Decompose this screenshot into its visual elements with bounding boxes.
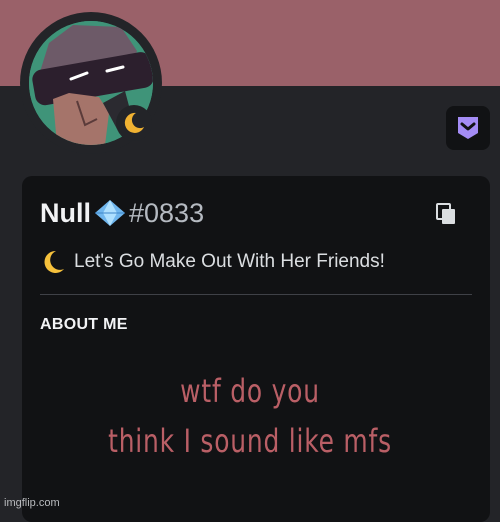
custom-status-text: Let's Go Make Out With Her Friends! (74, 251, 385, 272)
crescent-moon-icon (124, 112, 144, 133)
divider (40, 294, 472, 295)
imgflip-watermark: imgflip.com (4, 497, 60, 509)
crescent-moon-emoji (44, 250, 64, 273)
about-me-heading: ABOUT ME (40, 316, 128, 333)
meme-caption-line-1: wtf do you (180, 372, 320, 410)
username: Null (40, 197, 91, 228)
idle-status-indicator (116, 105, 152, 141)
meme-caption-line-2: think I sound like mfs (108, 422, 392, 460)
nitro-badge[interactable] (446, 106, 490, 150)
name-row: Null #0833 (40, 196, 204, 230)
custom-status: Let's Go Make Out With Her Friends! (40, 248, 385, 276)
nitro-badge-icon (458, 117, 478, 139)
discriminator: #0833 (129, 197, 205, 228)
copy-username-button[interactable] (432, 200, 460, 228)
copy-icon (436, 203, 455, 224)
profile-card: Null #0833 Let's Go Make Out With Her Fr… (22, 176, 490, 522)
meme-caption: wtf do you think I sound like mfs (55, 366, 445, 466)
diamond-gem-icon (95, 200, 125, 226)
